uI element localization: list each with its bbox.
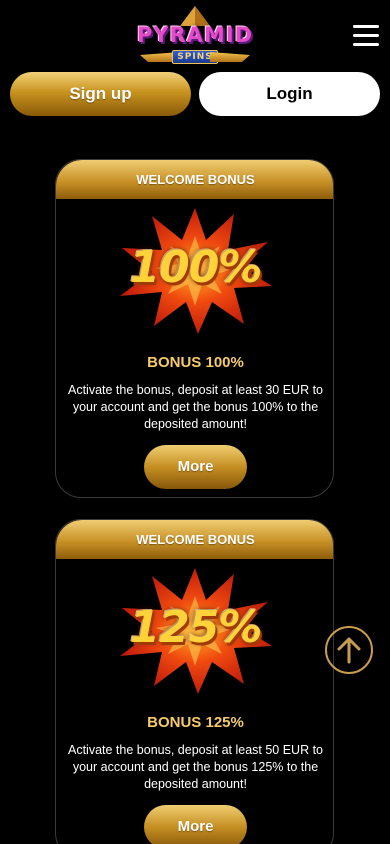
scroll-to-top-button[interactable] (325, 626, 373, 674)
bonus-badge-text: 125% (129, 602, 263, 653)
arrow-up-icon (337, 637, 361, 664)
bonus-card: WELCOME BONUS 100% BONUS 100% Activate t… (55, 159, 334, 498)
hamburger-menu-icon[interactable] (353, 24, 379, 46)
logo-title: PYRAMID (136, 23, 254, 47)
header: PYRAMID SPINS (0, 0, 390, 70)
wing-right-icon (210, 52, 250, 62)
menu-bar (353, 25, 379, 28)
bonus-badge: 125% (116, 566, 275, 696)
bonus-card-header: WELCOME BONUS (56, 520, 333, 559)
bonus-card-header: WELCOME BONUS (56, 160, 333, 199)
bonus-description: Activate the bonus, deposit at least 50 … (68, 743, 324, 791)
menu-bar (353, 43, 379, 46)
bonus-badge: 100% (116, 206, 275, 336)
bonus-title: BONUS 100% (147, 354, 244, 371)
logo-wings: SPINS (140, 50, 250, 64)
bonus-badge-text: 100% (129, 242, 263, 293)
logo[interactable]: PYRAMID SPINS (136, 6, 254, 66)
login-button[interactable]: Login (199, 72, 380, 116)
bonus-description: Activate the bonus, deposit at least 30 … (68, 383, 324, 431)
menu-bar (353, 34, 379, 37)
bonus-title: BONUS 125% (147, 714, 244, 731)
sign-up-button[interactable]: Sign up (10, 72, 191, 116)
bonus-card: WELCOME BONUS 125% BONUS 125% Activate t… (55, 519, 334, 844)
more-button[interactable]: More (144, 805, 247, 844)
more-button[interactable]: More (144, 445, 247, 489)
page: PYRAMID SPINS Sign up Login WELCOME BONU… (0, 0, 390, 844)
